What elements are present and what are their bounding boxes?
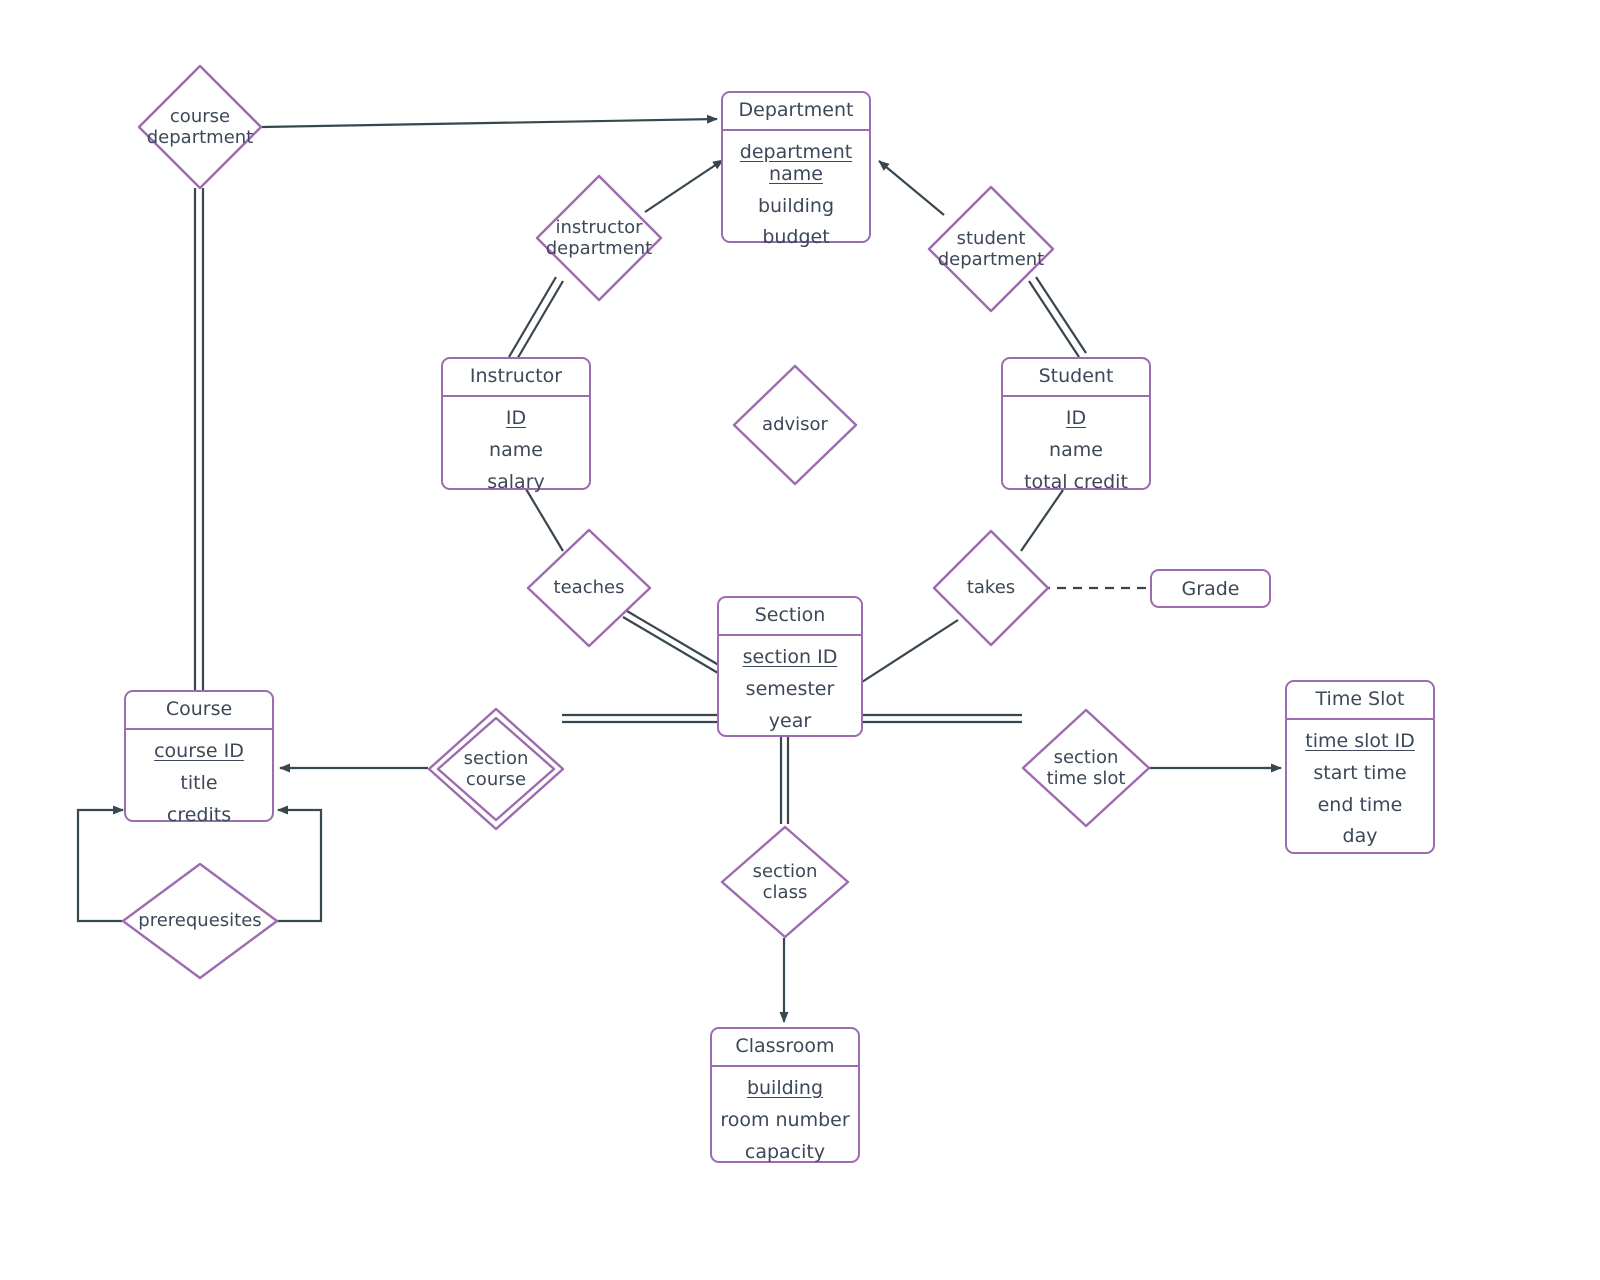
diamond-shape — [137, 64, 263, 190]
entity-attributes: section ID semester year — [719, 636, 861, 746]
entity-title: Student — [1003, 359, 1149, 397]
attribute-key: ID — [505, 406, 527, 429]
diamond-shape-double — [427, 707, 565, 831]
entity-title: Instructor — [443, 359, 589, 397]
diamond-shape — [1021, 708, 1151, 828]
entity-department[interactable]: Department department name building budg… — [721, 91, 871, 248]
entity-attributes: ID name salary — [443, 397, 589, 507]
attribute-key: department name — [739, 140, 853, 185]
entity-instructor[interactable]: Instructor ID name salary — [441, 357, 591, 492]
line-coursedept-to-department — [261, 114, 718, 129]
entity-title: Time Slot — [1287, 682, 1433, 720]
attribute: year — [768, 709, 812, 732]
entity-classroom[interactable]: Classroom building room number capacity — [710, 1027, 860, 1163]
relationship-advisor[interactable]: advisor — [730, 362, 860, 488]
entity-student[interactable]: Student ID name total credit — [1001, 357, 1151, 492]
entity-title: Course — [126, 692, 272, 730]
attribute: title — [180, 771, 218, 794]
diamond-shape — [927, 185, 1055, 313]
er-diagram-canvas: Department department name building budg… — [0, 0, 1600, 1280]
entity-title: Section — [719, 598, 861, 636]
entity-title: Department — [723, 93, 869, 131]
diamond-shape — [732, 364, 858, 486]
line-prereq-to-course-right — [277, 805, 323, 923]
attribute-key: ID — [1065, 406, 1087, 429]
attribute-key: course ID — [154, 739, 244, 762]
entity-attributes: building room number capacity — [712, 1067, 858, 1177]
attribute-box-grade[interactable]: Grade — [1150, 569, 1271, 608]
attribute-key: building — [746, 1076, 824, 1099]
attribute: total credit — [1024, 470, 1128, 493]
relationship-teaches[interactable]: teaches — [524, 526, 654, 650]
attribute: semester — [745, 677, 835, 700]
attribute-key: section ID — [742, 645, 838, 668]
entity-attributes: course ID title credits — [126, 730, 272, 840]
relationship-instructor-department[interactable]: instructor department — [533, 172, 665, 304]
relationship-section-class[interactable]: section class — [719, 824, 851, 940]
attribute: capacity — [744, 1140, 826, 1163]
relationship-section-course[interactable]: section course — [426, 706, 566, 832]
attribute: name — [1049, 438, 1103, 461]
entity-title: Classroom — [712, 1029, 858, 1067]
attribute: end time — [1317, 793, 1403, 816]
attribute: day — [1342, 825, 1378, 848]
relationship-takes[interactable]: takes — [930, 527, 1052, 649]
attribute: credits — [166, 803, 232, 826]
attribute-key: time slot ID — [1305, 729, 1415, 752]
diamond-shape — [526, 528, 652, 648]
attribute: building — [757, 194, 835, 217]
attribute: start time — [1313, 761, 1407, 784]
attribute: salary — [487, 470, 545, 493]
entity-section[interactable]: Section section ID semester year — [717, 596, 863, 737]
relationship-section-time-slot[interactable]: section time slot — [1020, 707, 1152, 829]
relationship-student-department[interactable]: student department — [925, 183, 1057, 315]
diamond-shape — [535, 174, 663, 302]
relationship-prerequesites[interactable]: prerequesites — [120, 861, 280, 981]
diamond-shape — [121, 862, 279, 980]
diamond-shape — [720, 825, 850, 939]
attribute: room number — [720, 1108, 850, 1131]
entity-attributes: ID name total credit — [1003, 397, 1149, 507]
attribute: budget — [762, 226, 830, 249]
diamond-shape — [932, 529, 1050, 647]
entity-attributes: time slot ID start time end time day — [1287, 720, 1433, 861]
line-prereq-to-course-left — [76, 805, 124, 923]
entity-time-slot[interactable]: Time Slot time slot ID start time end ti… — [1285, 680, 1435, 854]
relationship-course-department[interactable]: course department — [135, 62, 265, 192]
entity-attributes: department name building budget — [723, 131, 869, 262]
attribute: name — [489, 438, 543, 461]
entity-course[interactable]: Course course ID title credits — [124, 690, 274, 825]
